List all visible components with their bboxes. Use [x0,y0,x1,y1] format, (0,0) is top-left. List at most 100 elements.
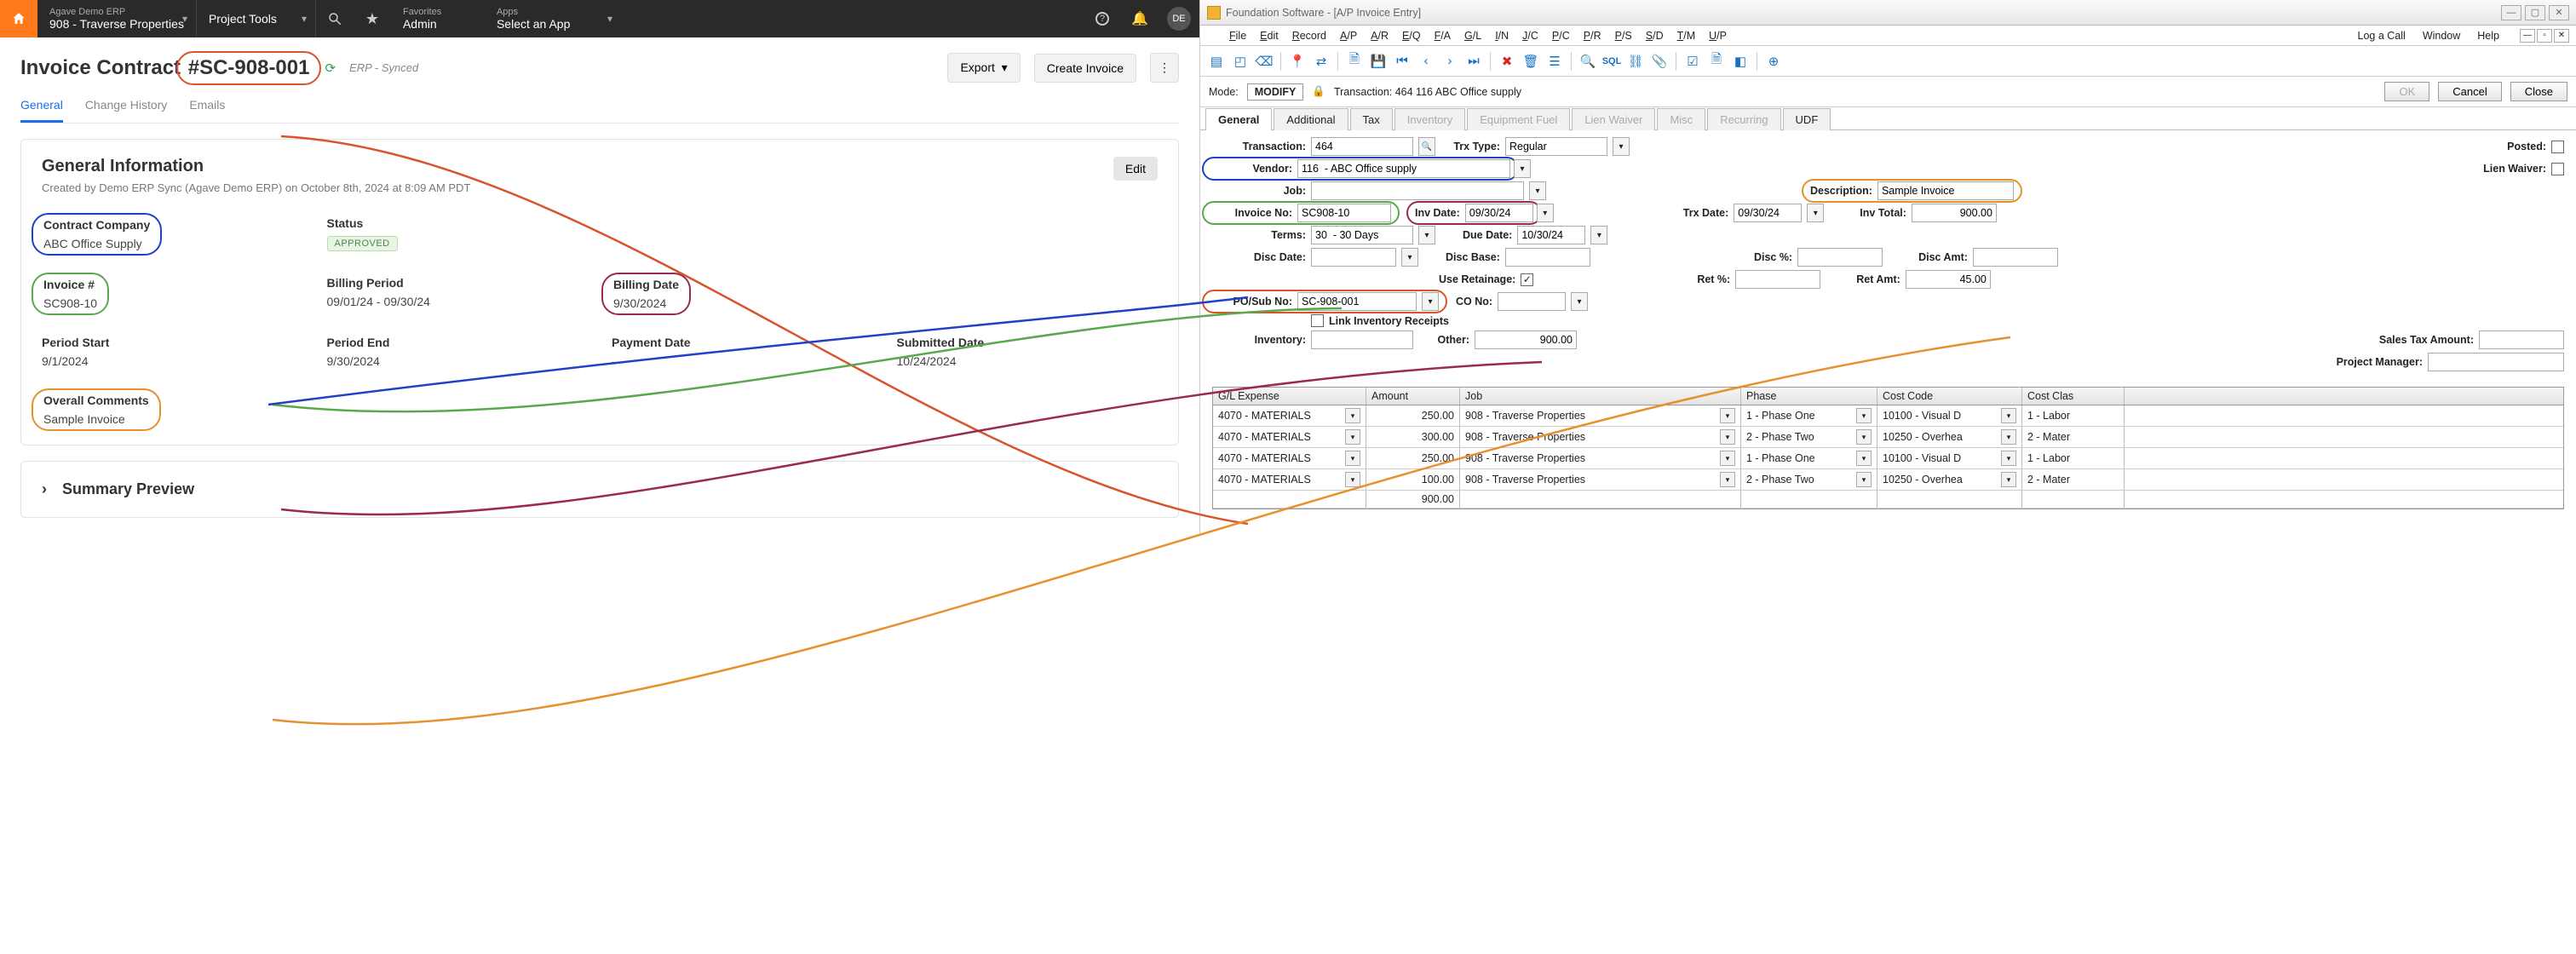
vendor-drop[interactable]: ▾ [1514,159,1531,178]
pin-icon[interactable]: 📍 [1286,50,1308,72]
attach-icon[interactable]: 📎 [1648,50,1670,72]
job-drop[interactable]: ▾ [1529,181,1546,200]
menu-edit[interactable]: Edit [1253,28,1285,43]
co-no-input[interactable] [1498,292,1566,311]
home-button[interactable] [0,0,37,37]
help-button[interactable]: ? [1084,0,1121,37]
posted-checkbox[interactable] [2551,141,2564,153]
po-sub-drop[interactable]: ▾ [1422,292,1439,311]
search-icon[interactable]: 🔍 [1577,50,1599,72]
maximize-button[interactable]: ▢ [2525,5,2545,20]
inv-date-input[interactable] [1465,204,1533,222]
col-cc[interactable]: Cost Code [1877,388,2022,405]
export-button[interactable]: Export ▾ [947,53,1020,83]
new-icon[interactable]: 🗎 [1343,50,1366,72]
project-manager-input[interactable] [2428,353,2564,371]
sales-tax-input[interactable] [2479,330,2564,349]
minimize-button[interactable]: — [2501,5,2521,20]
formtab-additional[interactable]: Additional [1274,108,1348,130]
disc-pct-input[interactable] [1797,248,1883,267]
menu-pr[interactable]: P/R [1577,28,1608,43]
favorite-button[interactable]: ★ [354,0,391,37]
col-amt[interactable]: Amount [1366,388,1460,405]
grid-row[interactable]: 4070 - MATERIALS▾250.00908 - Traverse Pr… [1213,448,2563,469]
menu-in[interactable]: I/N [1488,28,1515,43]
checklist-icon[interactable]: ☑ [1682,50,1704,72]
window-icon[interactable]: ◰ [1229,50,1251,72]
swap-icon[interactable]: ⇄ [1310,50,1332,72]
sql-icon[interactable]: SQL [1601,50,1623,72]
trx-type-input[interactable] [1505,137,1607,156]
tools-selector[interactable]: Project Tools ▾ [197,0,316,37]
job-input[interactable] [1311,181,1524,200]
transaction-lookup-button[interactable]: 🔍 [1418,137,1435,156]
close-window-button[interactable]: ✕ [2549,5,2569,20]
delete-box-icon[interactable]: ⌫ [1253,50,1275,72]
use-retainage-checkbox[interactable]: ✓ [1521,273,1533,286]
menu-tm[interactable]: T/M [1670,28,1703,43]
create-invoice-button[interactable]: Create Invoice [1034,54,1136,83]
apps-menu[interactable]: Apps Select an App ▾ [485,0,621,37]
due-date-input[interactable] [1517,226,1585,244]
inventory-input[interactable] [1311,330,1413,349]
document-icon[interactable]: 🗎 [1705,50,1728,72]
tab-general[interactable]: General [20,91,63,123]
trx-type-drop[interactable]: ▾ [1613,137,1630,156]
mdi-restore-button[interactable]: ▫ [2537,29,2552,43]
lien-waiver-checkbox[interactable] [2551,163,2564,175]
grid-row[interactable]: 4070 - MATERIALS▾300.00908 - Traverse Pr… [1213,427,2563,448]
terms-drop[interactable]: ▾ [1418,226,1435,244]
avatar[interactable]: DE [1167,7,1191,31]
mdi-minimize-button[interactable]: — [2520,29,2535,43]
trx-date-drop[interactable]: ▾ [1807,204,1824,222]
summary-preview-card[interactable]: › Summary Preview [20,461,1179,518]
ret-amt-input[interactable] [1906,270,1991,289]
book-icon[interactable]: ▤ [1205,50,1228,72]
co-no-drop[interactable]: ▾ [1571,292,1588,311]
menu-window[interactable]: Window [2416,28,2467,43]
project-selector[interactable]: Agave Demo ERP 908 - Traverse Properties… [37,0,197,37]
col-ccl[interactable]: Cost Clas [2022,388,2125,405]
disc-amt-input[interactable] [1973,248,2058,267]
grid-row[interactable]: 4070 - MATERIALS▾100.00908 - Traverse Pr… [1213,469,2563,491]
menu-help[interactable]: Help [2470,28,2506,43]
menu-up[interactable]: U/P [1702,28,1734,43]
col-ph[interactable]: Phase [1741,388,1877,405]
col-gl[interactable]: G/L Expense [1213,388,1366,405]
other-input[interactable] [1475,330,1577,349]
po-sub-no-input[interactable] [1297,292,1417,311]
menu-ap[interactable]: A/P [1333,28,1364,43]
menu-ps[interactable]: P/S [1608,28,1639,43]
inv-total-input[interactable] [1912,204,1997,222]
cancel-x-icon[interactable]: ✖ [1496,50,1518,72]
prev-icon[interactable]: ‹ [1415,50,1437,72]
menu-gl[interactable]: G/L [1458,28,1488,43]
save-icon[interactable]: 💾 [1367,50,1389,72]
mdi-close-button[interactable]: ✕ [2554,29,2569,43]
cancel-button[interactable]: Cancel [2438,82,2501,101]
list-icon[interactable]: ☰ [1544,50,1566,72]
favorites-menu[interactable]: Favorites Admin [391,0,485,37]
transaction-input[interactable] [1311,137,1413,156]
ret-pct-input[interactable] [1735,270,1820,289]
menu-log-a-call[interactable]: Log a Call [2351,28,2412,43]
trash-icon[interactable]: 🗑 [1520,50,1542,72]
link-icon[interactable]: ⛓ [1624,50,1647,72]
terms-input[interactable] [1311,226,1413,244]
due-date-drop[interactable]: ▾ [1590,226,1607,244]
menu-eq[interactable]: E/Q [1395,28,1428,43]
tab-emails[interactable]: Emails [189,91,225,123]
menu-pc[interactable]: P/C [1545,28,1577,43]
disc-date-input[interactable] [1311,248,1396,267]
next-icon[interactable]: › [1439,50,1461,72]
link-inventory-checkbox[interactable] [1311,314,1324,327]
description-input[interactable] [1877,181,2014,200]
first-icon[interactable]: ⏮ [1391,50,1413,72]
vendor-input[interactable] [1297,159,1510,178]
search-button[interactable] [316,0,354,37]
col-job[interactable]: Job [1460,388,1741,405]
formtab-udf[interactable]: UDF [1783,108,1831,130]
formtab-general[interactable]: General [1205,108,1272,130]
more-actions-button[interactable]: ⋮ [1150,53,1179,83]
layer-icon[interactable]: ◧ [1729,50,1751,72]
